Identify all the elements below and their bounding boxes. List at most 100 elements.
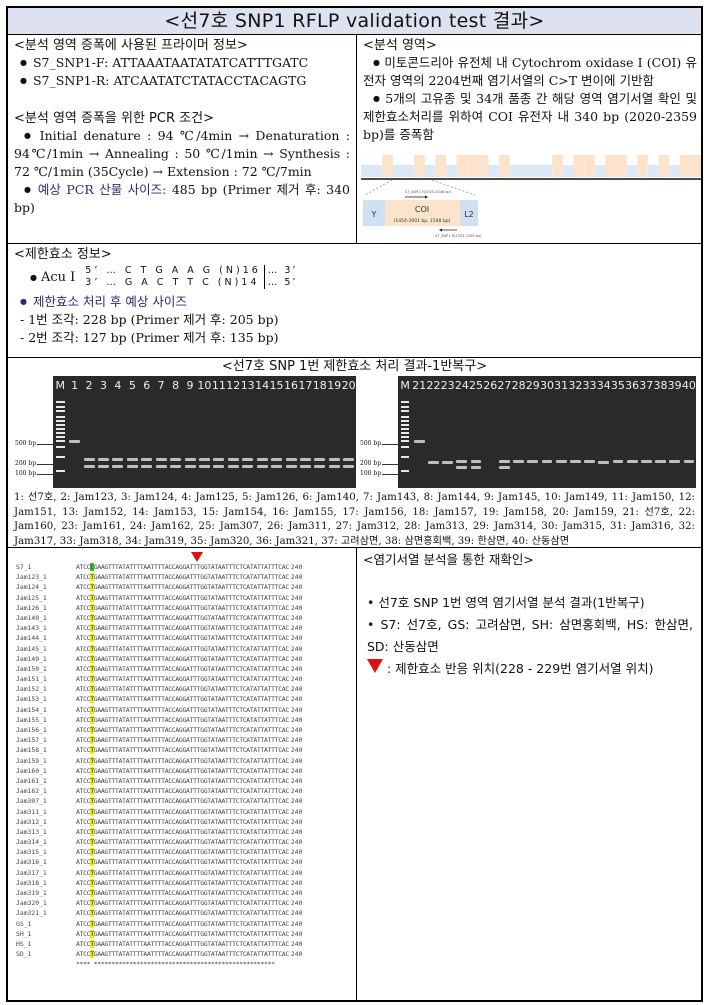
- sequence-name: Jam144_1: [16, 634, 47, 643]
- sequence-position: 240: [290, 889, 303, 897]
- enzyme-top-strand: 5’ … C T G A A G (N)16: [85, 265, 261, 276]
- sequence-name: Jam153_1: [16, 695, 47, 704]
- region-bullet-2-text: 5개의 고유종 및 34개 품종 간 해당 영역 염기서열 확인 및 제한효소처…: [363, 91, 698, 142]
- snp-alt-base: T: [90, 675, 94, 684]
- gel-band: [184, 458, 196, 461]
- sequence-text: ATCCTGAAGTTTATATTTTAATTTTACCAGGATTTGGTAT…: [76, 675, 289, 684]
- gel-band: [83, 465, 95, 468]
- gene-block: [446, 165, 457, 177]
- lane-label: 24: [454, 379, 469, 392]
- marker-arrow: [37, 474, 53, 475]
- gel-band: [314, 465, 326, 468]
- alignment-row: GS_1 ATCCTGAAGTTTATATTTTAATTTTACCAGGATTTG…: [16, 919, 302, 929]
- snp-alt-base: T: [90, 664, 94, 673]
- forward-primer-label: S7_SNP1-F(2020-2046 bp): [405, 190, 452, 194]
- sequence-name: Jam320_1: [16, 899, 47, 908]
- gene-block: [669, 165, 680, 177]
- lane-label: 26: [483, 379, 498, 392]
- reconfirm-heading: <염기서열 분석을 통한 재확인>: [363, 552, 534, 567]
- sequence-name: SH_1: [16, 929, 32, 938]
- snp-alt-base: T: [90, 889, 94, 897]
- ladder-band: [55, 456, 65, 458]
- lane-label: 2: [85, 379, 93, 392]
- zoom-guide-left: [364, 179, 393, 196]
- enzyme-bottom-strand: 3’ … G A C T T C (N)14: [85, 277, 260, 288]
- sequence-name: Jam124_1: [16, 583, 47, 592]
- sequence-position: 240: [290, 909, 303, 918]
- lane-label: 35: [610, 379, 625, 392]
- fragment-1: - 1번 조각: 228 bp (Primer 제거 후: 205 bp): [20, 312, 279, 327]
- gel-band: [456, 466, 468, 469]
- gel-band: [98, 465, 109, 468]
- reconfirm-bullet-2-text: S7: 선7호, GS: 고려삼면, SH: 삼면홍회백, HS: 한삼면, S…: [367, 617, 693, 654]
- reconfirm-marker-note: : 제한효소 반응 위치(228 - 229번 염기서열 위치): [357, 658, 703, 680]
- enzyme-recognition: ● Acu I 5’ … C T G A A G (N)16 3’ … G A …: [8, 265, 701, 289]
- gene-block: [392, 165, 404, 177]
- ladder-band: [400, 420, 410, 422]
- gel-band: [499, 460, 510, 463]
- gene-block: [626, 165, 638, 177]
- sequence-text: ATCCTGAAGTTTATATTTTAATTTTACCAGGATTTGGTAT…: [76, 889, 289, 897]
- lane-label: 19: [327, 379, 342, 392]
- sequence-position: 240: [290, 756, 303, 765]
- sequence-position: 240: [290, 634, 303, 643]
- sequence-text: ATCCTGAAGTTTATATTTTAATTTTACCAGGATTTGGTAT…: [76, 654, 289, 663]
- gel-band: [640, 460, 652, 463]
- gene-block: [499, 155, 510, 177]
- sequence-position: 240: [290, 613, 303, 622]
- enzyme-bottom-end: … 5’: [267, 277, 298, 288]
- alignment-row: S7_1 ATCCCGAAGTTTATATTTTAATTTTACCAGGATTTG…: [8, 548, 701, 1002]
- marker-arrow: [37, 464, 53, 465]
- sequence-position: 240: [290, 787, 303, 796]
- sequence-text: ATCCTGAAGTTTATATTTTAATTTTACCAGGATTTGGTAT…: [76, 644, 289, 653]
- gene-block: [371, 165, 383, 177]
- snp-ref-base: C: [90, 563, 94, 571]
- sequence-name: Jam145_1: [16, 644, 47, 653]
- snp-alt-base: T: [90, 776, 94, 785]
- gel-band: [612, 460, 624, 463]
- gel-band: [669, 460, 681, 463]
- lane-label: 7: [157, 379, 165, 392]
- sequence-position: 240: [290, 654, 303, 663]
- gel-band: [69, 440, 81, 443]
- sequence-name: Jam140_1: [16, 613, 47, 622]
- sequence-text: ATCCTGAAGTTTATATTTTAATTTTACCAGGATTTGGTAT…: [76, 827, 289, 836]
- sequence-name: Jam155_1: [16, 715, 47, 724]
- gene-block: [594, 165, 606, 177]
- ladder-band: [400, 416, 410, 418]
- ladder-band: [400, 432, 410, 434]
- alignment-row: Jam152_1 ATCCTGAAGTTTATATTTTAATTTTACCAGGA…: [16, 684, 302, 694]
- snp-alt-base: T: [90, 929, 94, 938]
- sequence-position: 240: [290, 838, 303, 847]
- gel-image: M 1 2 3 4 5 6 7 8 9 10 11 12 13 14 15 16 17 18 19 20: [53, 376, 356, 488]
- sequence-text: ATCCTGAAGTTTATATTTTAATTTTACCAGGATTTGGTAT…: [76, 776, 289, 785]
- snp-alt-base: T: [90, 787, 94, 796]
- snp-alt-base: T: [90, 603, 94, 612]
- sequence-text: ATCCTGAAGTTTATATTTTAATTTTACCAGGATTTGGTAT…: [76, 634, 289, 643]
- gel-band: [328, 465, 340, 468]
- sequence-text: ATCCTGAAGTTTATATTTTAATTTTACCAGGATTTGGTAT…: [76, 950, 289, 959]
- alignment-row: Jam145_1 ATCCTGAAGTTTATATTTTAATTTTACCAGGA…: [16, 644, 302, 654]
- sequence-text: ATCCTGAAGTTTATATTTTAATTTTACCAGGATTTGGTAT…: [76, 766, 289, 775]
- sequence-text: ATCCTGAAGTTTATATTTTAATTTTACCAGGATTTGGTAT…: [76, 613, 289, 622]
- pcr-conditions-text: Initial denature : 94 ℃/4min → Denaturat…: [14, 128, 350, 179]
- gel-band: [112, 465, 124, 468]
- alignment-row: Jam123_1 ATCCTGAAGTTTATATTTTAATTTTACCAGGA…: [16, 572, 302, 582]
- gel-band: [470, 466, 482, 469]
- lane-label: 32: [568, 379, 583, 392]
- lane-label: 1: [71, 379, 79, 392]
- sequence-text: ATCCTGAAGTTTATATTTTAATTTTACCAGGATTTGGTAT…: [76, 797, 289, 806]
- lane-legend: 1: 선7호, 2: Jam123, 3: Jam124, 4: Jam125,…: [14, 492, 695, 547]
- marker-arrow: [382, 444, 398, 445]
- pcr-heading: <분석 영역 증폭을 위한 PCR 조건>: [14, 111, 214, 126]
- snp-alt-base: T: [90, 919, 94, 928]
- marker-size-label: 100 bp: [15, 470, 37, 477]
- gel-band: [213, 458, 225, 461]
- lane-label: 18: [312, 379, 327, 392]
- lane-label: 14: [255, 379, 270, 392]
- snp-alt-base: T: [90, 736, 94, 745]
- sequence-position: 240: [290, 593, 303, 602]
- snp-alt-base: T: [90, 817, 94, 826]
- gel-band: [456, 460, 468, 463]
- ladder-band: [55, 406, 65, 408]
